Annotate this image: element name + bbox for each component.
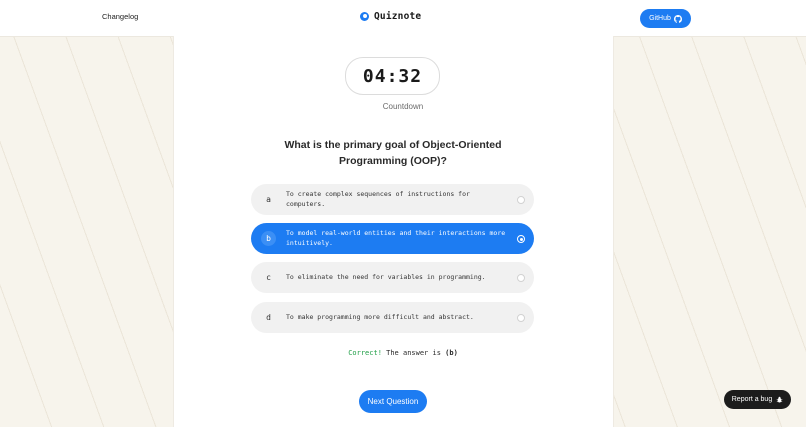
result-text: The answer is xyxy=(386,349,441,357)
github-button[interactable]: GitHub xyxy=(640,9,691,28)
option-text: To make programming more difficult and a… xyxy=(286,312,474,321)
brand[interactable]: Quiznote xyxy=(360,11,421,22)
option-letter: a xyxy=(266,195,271,204)
changelog-link[interactable]: Changelog xyxy=(102,12,138,21)
top-navigation-bar: Changelog Quiznote GitHub xyxy=(0,0,806,37)
question-text: What is the primary goal of Object-Orien… xyxy=(284,139,502,167)
option-text: To model real-world entities and their i… xyxy=(286,229,506,247)
option-letter: b xyxy=(261,231,276,246)
option-letter: d xyxy=(266,313,271,322)
radio-button[interactable] xyxy=(517,196,525,204)
quiznote-logo-icon xyxy=(360,12,369,21)
github-button-label: GitHub xyxy=(649,15,671,22)
option-letter: c xyxy=(266,273,271,282)
radio-button-selected[interactable] xyxy=(517,235,525,243)
radio-button[interactable] xyxy=(517,314,525,322)
github-icon xyxy=(673,14,682,23)
result-answer: (b) xyxy=(445,349,458,357)
bug-icon xyxy=(776,396,783,403)
report-bug-button[interactable]: Report a bug xyxy=(724,390,791,409)
result-message: Correct! The answer is (b) xyxy=(0,349,806,357)
countdown-timer: 04:32 xyxy=(345,57,440,95)
brand-name: Quiznote xyxy=(374,11,422,22)
countdown-label: Countdown xyxy=(382,102,424,111)
radio-button[interactable] xyxy=(517,274,525,282)
report-bug-label: Report a bug xyxy=(731,396,773,403)
option-a[interactable]: a To create complex sequences of instruc… xyxy=(251,184,534,215)
option-text: To eliminate the need for variables in p… xyxy=(286,272,486,281)
option-b[interactable]: b To model real-world entities and their… xyxy=(251,223,534,254)
option-d[interactable]: d To make programming more difficult and… xyxy=(251,302,534,333)
next-question-button[interactable]: Next Question xyxy=(359,390,427,413)
result-status: Correct! xyxy=(348,349,382,357)
option-text: To create complex sequences of instructi… xyxy=(286,190,470,208)
option-c[interactable]: c To eliminate the need for variables in… xyxy=(251,262,534,293)
